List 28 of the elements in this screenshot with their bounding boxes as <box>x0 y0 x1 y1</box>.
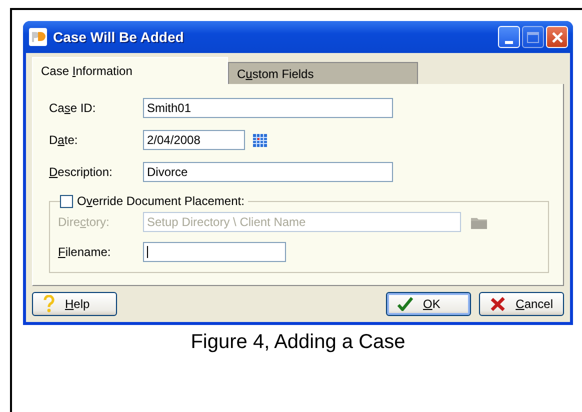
text-field[interactable]: Smith01 <box>143 98 393 118</box>
tab[interactable]: Case Information <box>32 57 228 84</box>
check-icon <box>397 297 413 311</box>
question-mark-icon <box>43 295 55 313</box>
field-label: Date: <box>49 133 79 147</box>
text-field[interactable] <box>143 242 286 262</box>
checkbox[interactable] <box>60 194 73 208</box>
field-label: Filename: <box>58 245 112 259</box>
cross-icon <box>490 296 506 312</box>
ok-button[interactable]: OK <box>386 292 471 316</box>
window-title: Case Will Be Added <box>53 29 185 45</box>
text-field[interactable]: 2/04/2008 <box>143 130 245 150</box>
checkbox-label: Override Document Placement: <box>77 194 244 208</box>
tab[interactable]: Custom Fields <box>228 62 418 84</box>
close-icon <box>550 30 564 44</box>
field-label: Description: <box>49 165 114 179</box>
field-label: Directory: <box>58 215 110 229</box>
text-field[interactable]: Divorce <box>143 162 393 182</box>
minimize-button[interactable] <box>498 26 520 48</box>
app-logo-icon <box>29 28 47 46</box>
calendar-icon[interactable] <box>253 134 267 146</box>
close-button[interactable] <box>546 26 568 48</box>
figure-caption: Figure 4, Adding a Case <box>190 331 406 354</box>
field-label: Case ID: <box>49 101 97 115</box>
cancel-button[interactable]: Cancel <box>479 292 564 316</box>
text-cursor <box>147 246 148 258</box>
help-button[interactable]: Help <box>32 292 117 316</box>
folder-icon[interactable] <box>471 216 487 228</box>
